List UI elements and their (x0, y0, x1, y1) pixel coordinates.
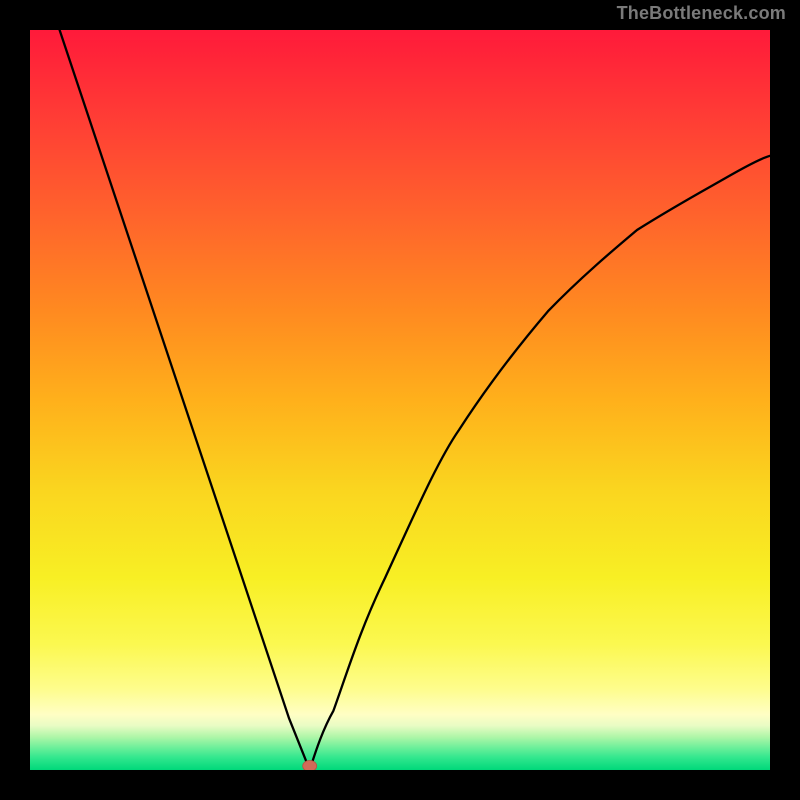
chart (30, 30, 770, 770)
minimum-marker (303, 761, 317, 771)
watermark-text: TheBottleneck.com (617, 3, 786, 24)
chart-svg (30, 30, 770, 770)
gradient-background (30, 30, 770, 770)
